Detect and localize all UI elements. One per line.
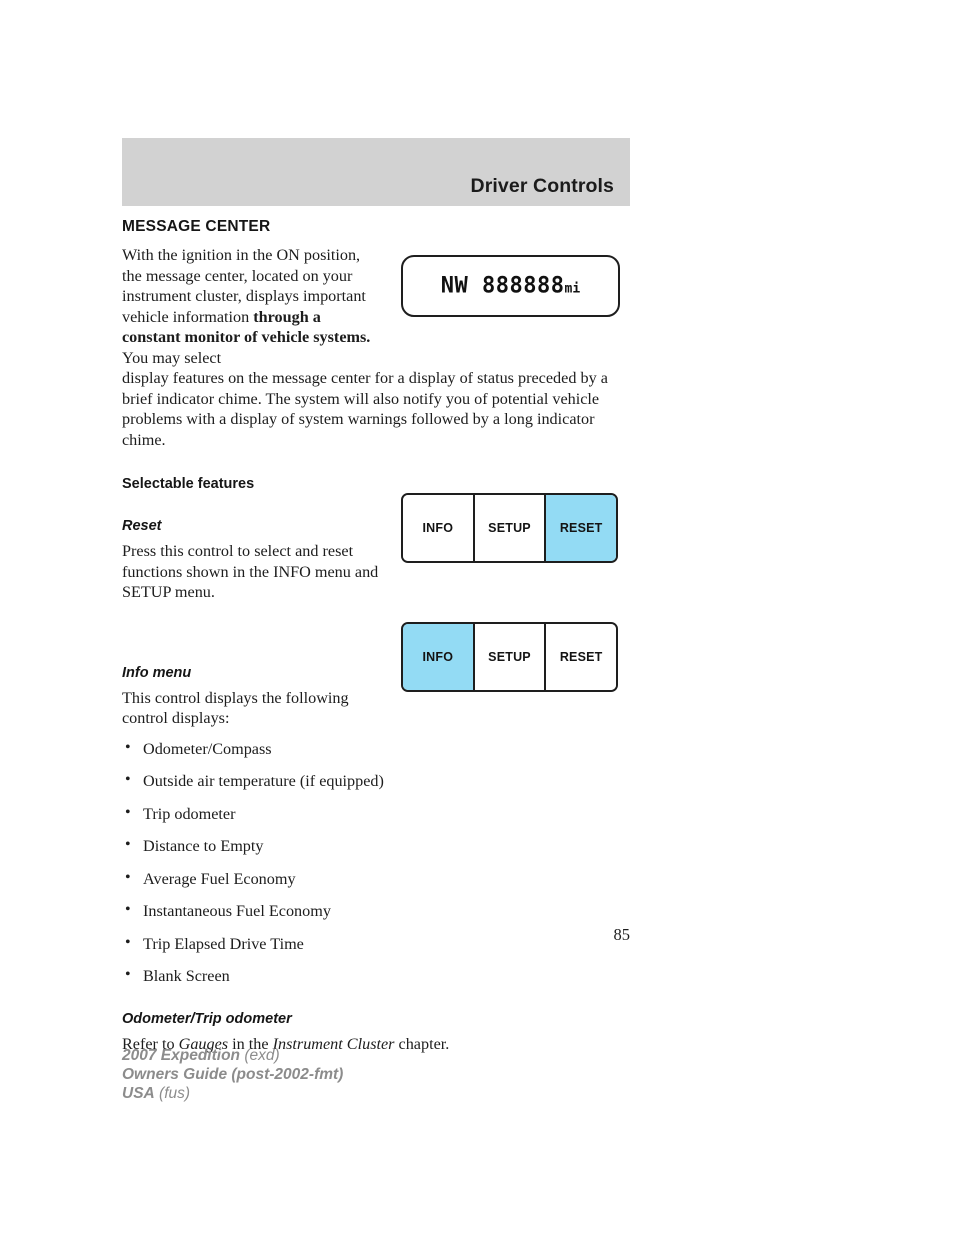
button-group-reset-highlight: INFO SETUP RESET: [401, 493, 618, 563]
footer-model-code: (exd): [240, 1047, 280, 1064]
lcd-readout: NW 888888mi: [403, 274, 618, 299]
setup-button-label: SETUP: [488, 650, 531, 664]
reset-body-text: Press this control to select and reset f…: [122, 542, 379, 601]
section-heading-message-center: MESSAGE CENTER: [122, 218, 271, 235]
message-center-intro: With the ignition in the ON position, th…: [122, 245, 380, 368]
list-item: Distance to Empty: [122, 835, 422, 857]
chapter-title: Driver Controls: [470, 175, 614, 197]
info-menu-feature-list: Odometer/Compass Outside air temperature…: [122, 738, 422, 987]
footer-model-year: 2007 Expedition: [122, 1047, 241, 1064]
message-center-continuation: display features on the message center f…: [122, 369, 608, 449]
chapter-header-band: Driver Controls: [122, 138, 630, 206]
manual-page: Driver Controls MESSAGE CENTER With the …: [0, 0, 954, 1235]
footer-guide-format: Owners Guide (post-2002-fmt): [122, 1066, 344, 1083]
list-item: Blank Screen: [122, 965, 422, 987]
list-item: Trip odometer: [122, 803, 422, 825]
info-menu-body-text: This control displays the following cont…: [122, 688, 349, 728]
list-item: Average Fuel Economy: [122, 868, 422, 890]
setup-button[interactable]: SETUP: [474, 495, 547, 561]
page-number: 85: [613, 925, 631, 944]
reset-button-label: RESET: [559, 650, 603, 664]
document-footer: 2007 Expedition (exd) Owners Guide (post…: [122, 1046, 343, 1103]
section-heading-odometer-trip-odometer: Odometer/Trip odometer: [122, 1010, 292, 1027]
info-button-label: INFO: [422, 650, 454, 664]
intro-text-part1: With the ignition in the ON position, th…: [122, 246, 366, 326]
footer-line-1: 2007 Expedition (exd): [122, 1046, 343, 1065]
setup-button-label: SETUP: [488, 521, 531, 535]
footer-line-2: Owners Guide (post-2002-fmt): [122, 1065, 343, 1084]
setup-button[interactable]: SETUP: [474, 624, 547, 690]
list-item: Odometer/Compass: [122, 738, 422, 760]
info-button[interactable]: INFO: [403, 495, 475, 561]
section-heading-selectable-features: Selectable features: [122, 476, 255, 492]
message-center-lcd-figure: NW 888888mi: [401, 255, 620, 317]
intro-text-part2: You may select: [122, 348, 222, 367]
footer-region-code: (fus): [154, 1085, 191, 1102]
info-button[interactable]: INFO: [403, 624, 475, 690]
footer-line-3: USA (fus): [122, 1084, 343, 1103]
button-group-info-highlight: INFO SETUP RESET: [401, 622, 618, 692]
reset-button-label: RESET: [559, 521, 603, 535]
list-item: Instantaneous Fuel Economy: [122, 900, 422, 922]
lcd-unit-label: mi: [564, 281, 581, 297]
info-button-label: INFO: [422, 521, 454, 535]
footer-region: USA: [122, 1085, 155, 1102]
list-item: Outside air temperature (if equipped): [122, 770, 422, 792]
reset-button[interactable]: RESET: [546, 624, 616, 690]
reset-button[interactable]: RESET: [546, 495, 616, 561]
lcd-odometer-value: 888888: [482, 273, 565, 299]
odometer-body-suffix: chapter.: [394, 1034, 450, 1053]
lcd-compass-heading: NW: [440, 273, 469, 299]
